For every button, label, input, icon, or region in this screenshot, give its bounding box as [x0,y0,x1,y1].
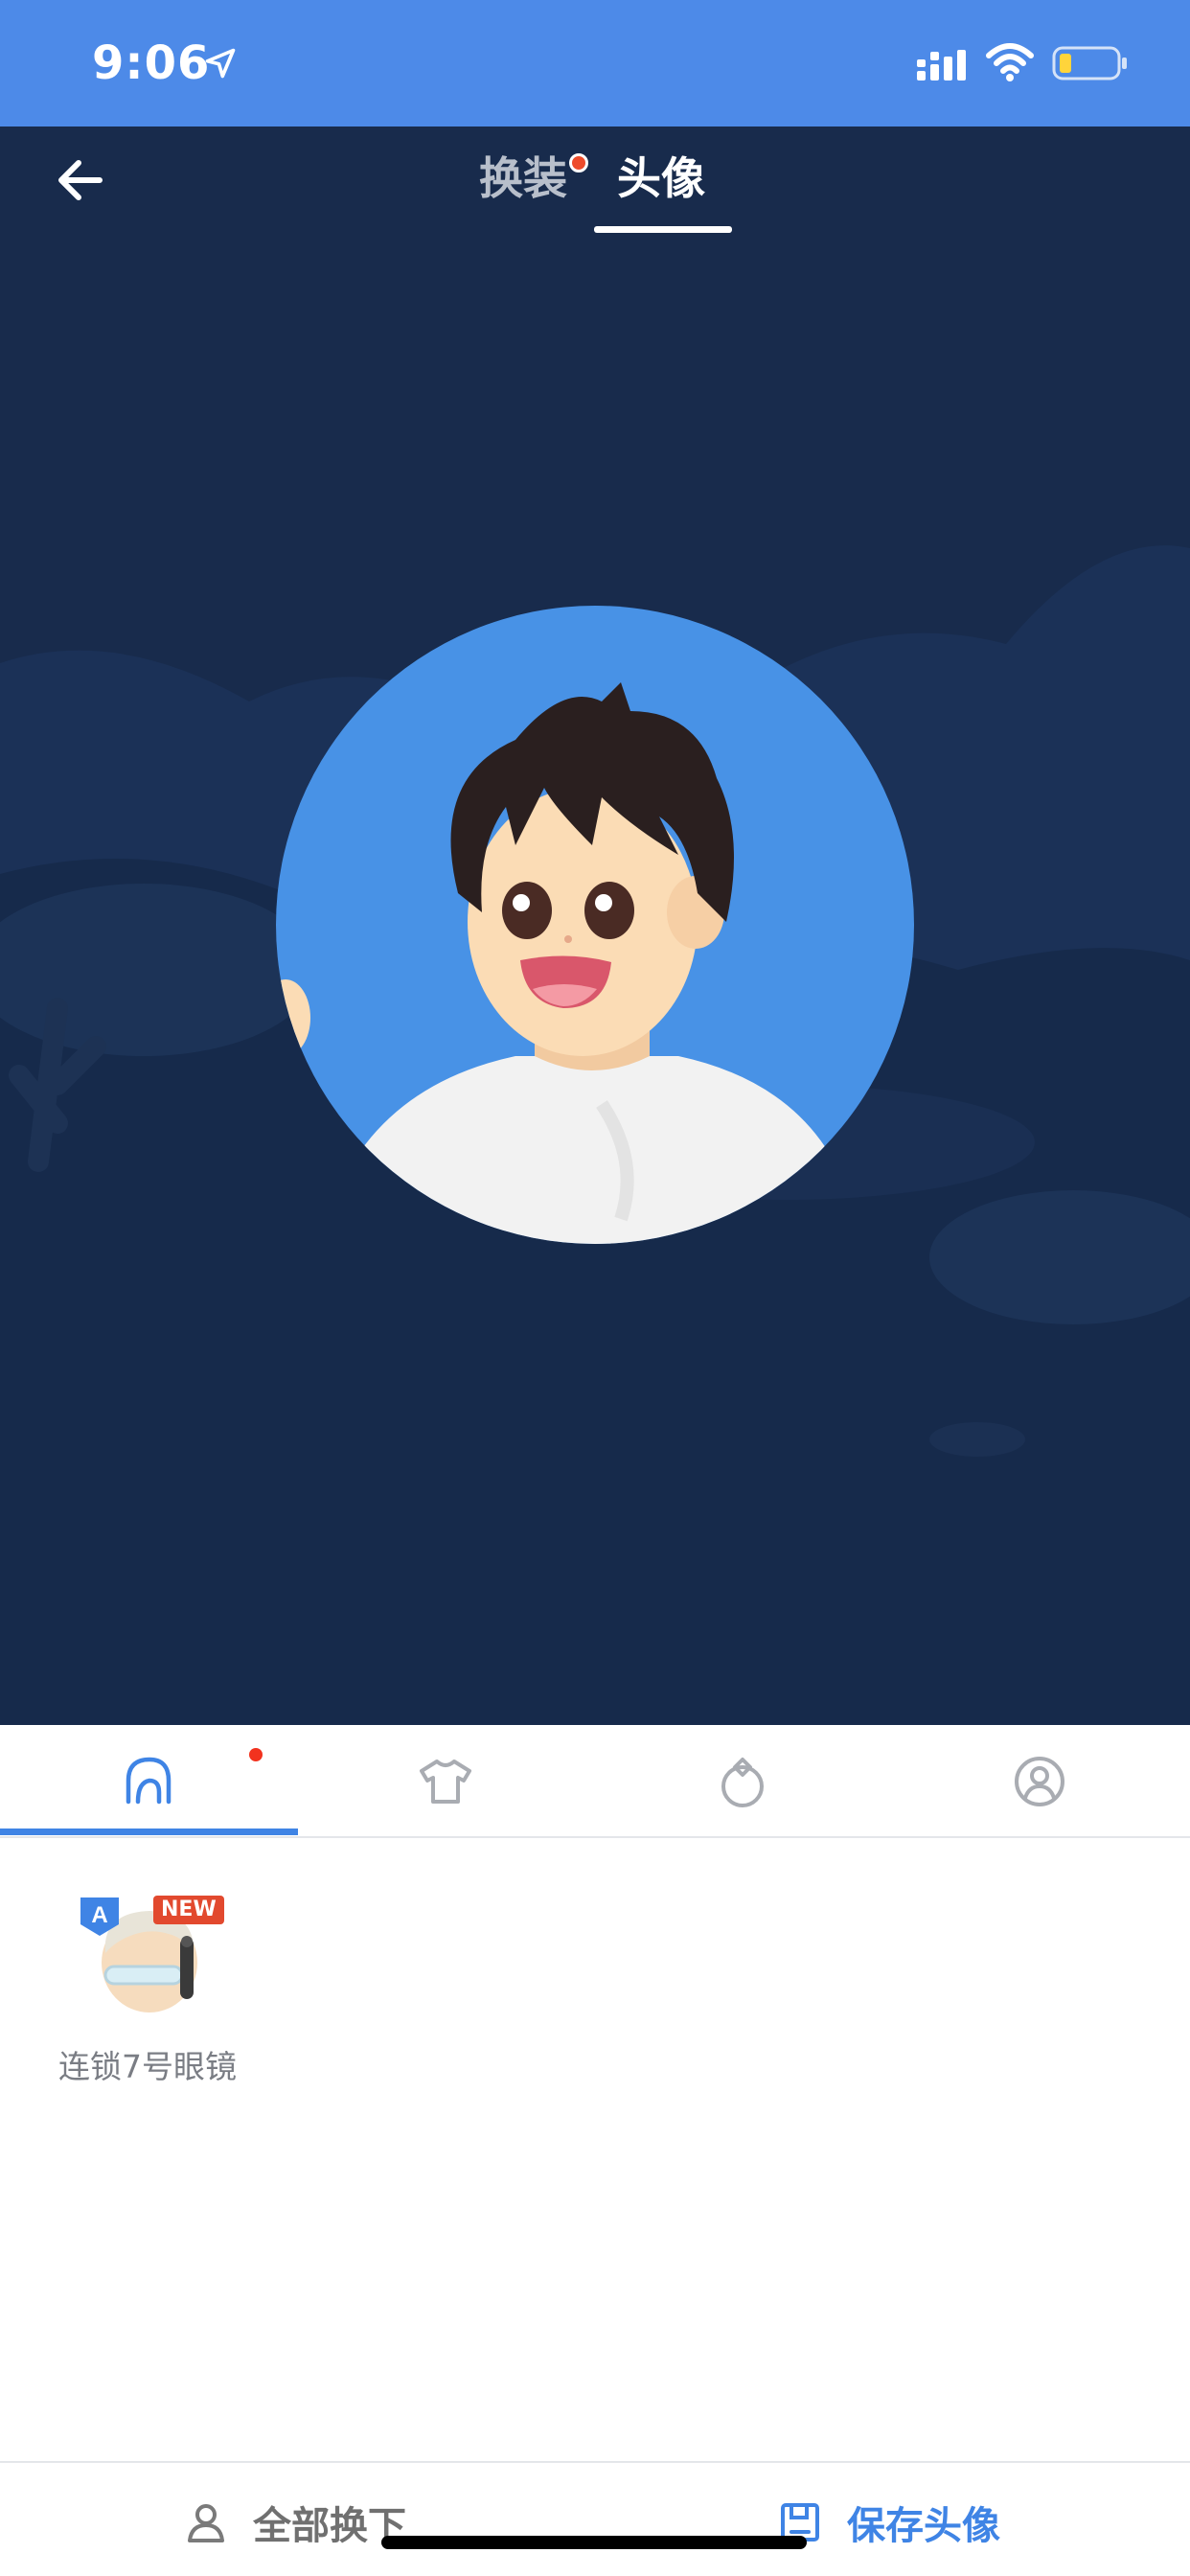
badge-a: A [80,1898,119,1936]
item-label: 连锁7号眼镜 [58,2048,237,2085]
avatar-preview [276,606,914,1244]
category-tab-accessory[interactable] [594,1725,891,1838]
category-bar [0,1725,1190,1838]
home-indicator[interactable] [381,2536,807,2549]
category-tab-frame[interactable] [891,1725,1188,1838]
wifi-icon [986,43,1034,81]
accessory-icon [721,1758,764,1807]
new-badge: NEW [153,1896,224,1924]
hair-icon [126,1757,172,1805]
save-avatar-label: 保存头像 [847,2504,1000,2548]
bottom-action-bar: 全部换下 保存头像 [0,2461,1190,2576]
battery-icon [1052,46,1127,80]
remove-all-button[interactable]: 全部换下 [184,2496,406,2549]
notification-dot [249,1748,263,1761]
signal-icon [917,50,966,80]
category-active-indicator [0,1828,298,1835]
category-tab-hair[interactable] [0,1725,297,1838]
tab-active-indicator [594,226,732,233]
status-time: 9:06 [92,36,211,90]
notification-dot [569,153,588,172]
item-card[interactable]: A NEW 连锁7号眼镜 [50,1892,245,2093]
location-arrow-icon [205,48,236,79]
badge-a-letter: A [91,1902,107,1928]
shirt-icon [420,1760,471,1804]
profile-frame-icon [1015,1757,1064,1806]
avatar-stage: 换装 头像 [0,126,1190,1725]
save-avatar-button[interactable]: 保存头像 [778,2496,1000,2549]
person-outline-icon [188,2504,224,2542]
tab-avatar[interactable]: 头像 [617,148,705,209]
back-arrow-icon[interactable] [54,153,107,207]
status-bar: 9:06 [0,0,1190,126]
category-tab-clothes[interactable] [297,1725,594,1838]
tab-dress-up[interactable]: 换装 [479,148,567,209]
avatar-character [276,682,851,1244]
